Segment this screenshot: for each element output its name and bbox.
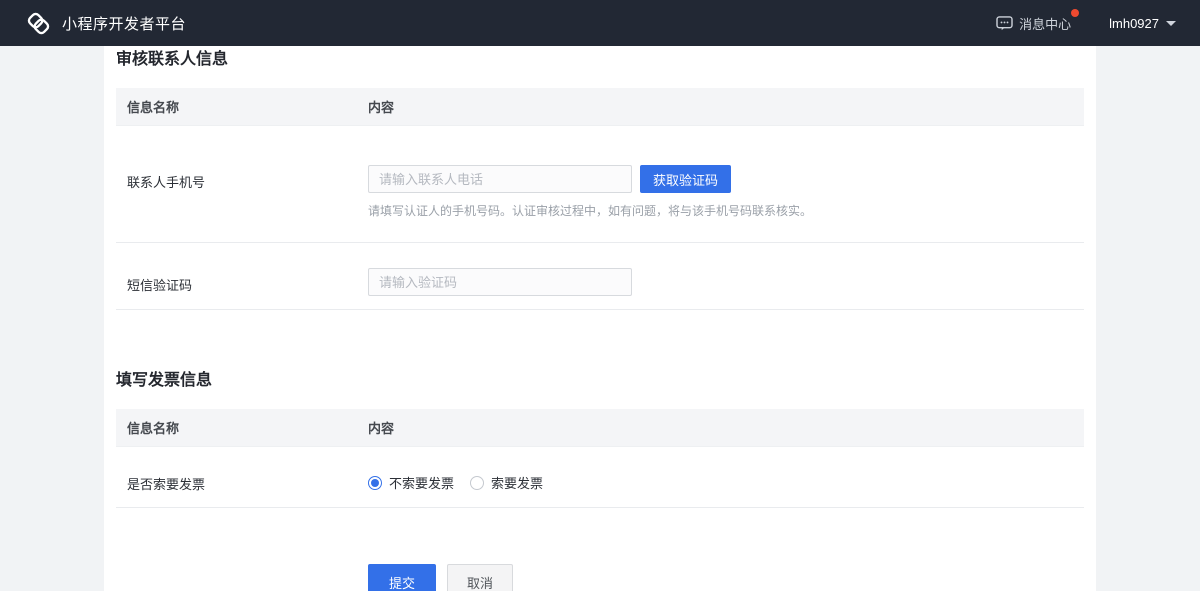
sms-code-label: 短信验证码 bbox=[116, 243, 368, 309]
cancel-button[interactable]: 取消 bbox=[447, 564, 513, 591]
invoice-choice-label: 是否索要发票 bbox=[116, 447, 368, 507]
form-actions: 提交 取消 bbox=[116, 564, 1084, 591]
table-row-contact-phone: 联系人手机号 获取验证码 请填写认证人的手机号码。认证审核过程中，如有问题，将与… bbox=[116, 126, 1084, 243]
column-header-name: 信息名称 bbox=[116, 418, 368, 437]
message-center-label: 消息中心 bbox=[1019, 14, 1071, 33]
table-header-invoice: 信息名称 内容 bbox=[116, 409, 1084, 447]
radio-selected-icon[interactable] bbox=[368, 476, 382, 490]
notification-dot-badge bbox=[1071, 9, 1079, 17]
column-header-name: 信息名称 bbox=[116, 97, 368, 116]
brand: 小程序开发者平台 bbox=[25, 10, 186, 37]
username: lmh0927 bbox=[1109, 16, 1159, 31]
contact-phone-input[interactable] bbox=[368, 165, 632, 193]
radio-request-invoice-label: 索要发票 bbox=[491, 473, 543, 492]
header-actions: 消息中心 lmh0927 bbox=[996, 14, 1176, 33]
get-verification-code-button[interactable]: 获取验证码 bbox=[640, 165, 731, 193]
form-card: 审核联系人信息 信息名称 内容 联系人手机号 获取验证码 请填写认证人的手机号码… bbox=[104, 46, 1096, 591]
table-header-contact: 信息名称 内容 bbox=[116, 88, 1084, 126]
contact-phone-label: 联系人手机号 bbox=[116, 126, 368, 242]
column-header-content: 内容 bbox=[368, 418, 1084, 437]
radio-request-invoice[interactable]: 索要发票 bbox=[470, 473, 543, 492]
mini-program-logo-icon bbox=[25, 10, 52, 37]
page-background: 审核联系人信息 信息名称 内容 联系人手机号 获取验证码 请填写认证人的手机号码… bbox=[0, 46, 1200, 591]
sms-code-input[interactable] bbox=[368, 268, 632, 296]
section-title-invoice: 填写发票信息 bbox=[116, 372, 1084, 389]
user-account-menu[interactable]: lmh0927 bbox=[1109, 16, 1176, 31]
message-bubble-icon bbox=[996, 16, 1013, 31]
radio-unselected-icon[interactable] bbox=[470, 476, 484, 490]
contact-phone-helper-text: 请填写认证人的手机号码。认证审核过程中，如有问题，将与该手机号码联系核实。 bbox=[368, 205, 1084, 218]
table-row-invoice-choice: 是否索要发票 不索要发票 索要发票 bbox=[116, 447, 1084, 508]
radio-no-invoice[interactable]: 不索要发票 bbox=[368, 473, 454, 492]
radio-no-invoice-label: 不索要发票 bbox=[389, 473, 454, 492]
section-title-contact: 审核联系人信息 bbox=[116, 51, 1084, 68]
app-title: 小程序开发者平台 bbox=[62, 13, 186, 34]
column-header-content: 内容 bbox=[368, 97, 1084, 116]
table-row-sms-code: 短信验证码 bbox=[116, 243, 1084, 310]
message-center-link[interactable]: 消息中心 bbox=[996, 14, 1071, 33]
submit-button[interactable]: 提交 bbox=[368, 564, 436, 591]
chevron-down-icon bbox=[1166, 21, 1176, 26]
top-navbar: 小程序开发者平台 消息中心 lmh0927 bbox=[0, 0, 1200, 46]
